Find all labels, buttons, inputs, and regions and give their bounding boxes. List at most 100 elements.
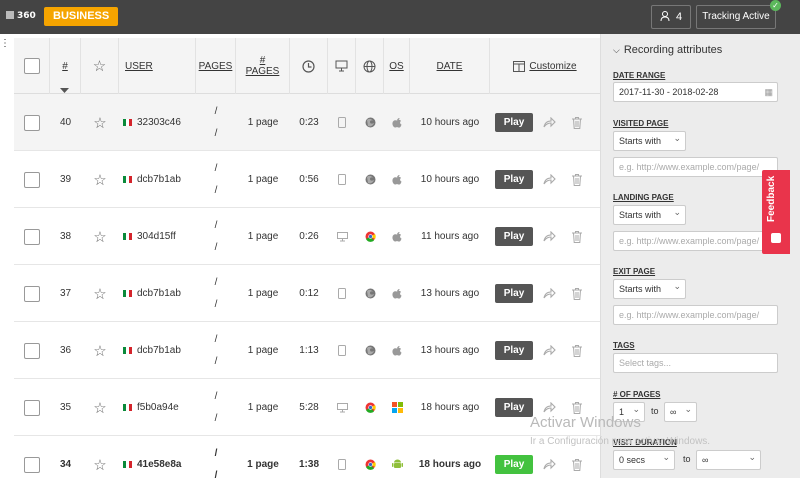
tags-input[interactable]: Select tags... [613,353,778,373]
select-all-checkbox[interactable] [23,58,40,74]
star-icon[interactable]: ☆ [81,322,119,379]
visited-page-label: VISITED PAGE [613,119,669,128]
chrome-icon [356,208,384,265]
share-icon[interactable] [538,151,560,208]
table-row[interactable]: 35 ☆ f5b0a94e // 1 page 5:28 18 hours ago Play [14,379,600,436]
play-button[interactable]: Play [495,341,533,360]
select-all-cell [14,38,50,94]
user-cell[interactable]: dcb7b1ab [119,151,196,208]
share-icon[interactable] [538,322,560,379]
col-user[interactable]: USER [119,38,196,94]
star-icon[interactable]: ☆ [81,379,119,436]
table-row[interactable]: 36 ☆ dcb7b1ab // 1 page 1:13 13 hours ago Play [14,322,600,379]
mexico-flag-icon [123,119,132,126]
recording-attributes-toggle[interactable]: ⌵ Recording attributes [613,44,722,56]
feedback-tab[interactable]: Feedback [762,170,790,254]
play-button[interactable]: Play [495,284,533,303]
table-row[interactable]: 37 ☆ dcb7b1ab // 1 page 0:12 13 hours ago Play [14,265,600,322]
col-device[interactable] [328,38,356,94]
row-checkbox[interactable] [24,114,40,131]
star-icon[interactable]: ☆ [81,208,119,265]
star-icon[interactable]: ☆ [81,436,119,478]
row-checkbox[interactable] [24,456,40,473]
landing-page-operator[interactable]: Starts with [613,203,686,225]
num-pages-to[interactable]: ∞ [664,400,697,422]
tracking-active-button[interactable]: Tracking Active [696,5,776,29]
star-icon[interactable]: ☆ [81,94,119,151]
user-cell[interactable]: dcb7b1ab [119,322,196,379]
table-row[interactable]: 38 ☆ 304d15ff // 1 page 0:26 11 hours ago Play [14,208,600,265]
share-icon[interactable] [538,208,560,265]
customize-columns[interactable]: Customize [490,38,600,94]
col-os[interactable]: OS [384,38,410,94]
user-cell[interactable]: 304d15ff [119,208,196,265]
row-select-cell [14,265,50,322]
row-checkbox[interactable] [24,399,40,416]
num-pages-label: # OF PAGES [613,390,661,399]
firefox-icon [356,94,384,151]
num-pages-cell: 1 page [247,231,279,242]
pages-cell: / / [214,276,218,311]
play-button[interactable]: Play [495,455,533,474]
col-date[interactable]: DATE [410,38,490,94]
play-cell: Play [490,151,538,208]
table-row[interactable]: 40 ☆ 32303c46 // 1 page 0:23 10 hours ago Play [14,94,600,151]
chrome-icon [356,436,384,478]
col-num-pages[interactable]: # PAGES [236,38,290,94]
col-browser[interactable] [356,38,384,94]
table-row[interactable]: 34 ☆ 41e58e8a // 1 page 1:38 18 hours ago Play [14,436,600,478]
exit-page-input[interactable]: e.g. http://www.example.com/page/ [613,305,778,325]
trash-icon[interactable] [566,151,588,208]
row-checkbox[interactable] [24,171,40,188]
user-cell[interactable]: 32303c46 [119,94,196,151]
row-checkbox[interactable] [24,285,40,302]
exit-page-operator[interactable]: Starts with [613,277,686,299]
star-icon[interactable]: ☆ [81,151,119,208]
landing-page-input[interactable]: e.g. http://www.example.com/page/ [613,231,778,251]
share-icon[interactable] [538,265,560,322]
apple-icon [384,322,410,379]
col-pages[interactable]: PAGES [196,38,236,94]
mexico-flag-icon [123,461,132,468]
share-icon[interactable] [538,94,560,151]
visit-duration-to[interactable]: ∞ [696,448,761,470]
visit-duration-from[interactable]: 0 secs [613,448,675,470]
play-button[interactable]: Play [495,170,533,189]
play-button[interactable]: Play [495,227,533,246]
col-duration[interactable] [290,38,328,94]
trash-icon[interactable] [566,265,588,322]
trash-icon[interactable] [566,208,588,265]
date-cell: 18 hours ago [420,402,480,413]
user-cell[interactable]: dcb7b1ab [119,265,196,322]
date-cell: 13 hours ago [420,288,480,299]
trash-icon[interactable] [566,94,588,151]
col-star[interactable]: ☆ [81,38,119,94]
date-range-input[interactable]: 2017-11-30 - 2018-02-28 ▦ [613,82,778,102]
num-pages-cell: 1 page [247,402,279,413]
visited-page-input[interactable]: e.g. http://www.example.com/page/ [613,157,778,177]
duration-cell: 0:26 [299,231,319,242]
play-button[interactable]: Play [495,398,533,417]
duration-cell: 0:12 [299,288,319,299]
mexico-flag-icon [123,404,132,411]
visited-page-operator[interactable]: Starts with [613,129,686,151]
play-button[interactable]: Play [495,113,533,132]
user-cell[interactable]: 41e58e8a [119,436,196,478]
top-bar: 360 BUSINESS 4 Tracking Active ✓ [0,0,800,34]
windows-activation-watermark: Activar Windows [530,414,641,431]
row-checkbox[interactable] [24,342,40,359]
users-button[interactable]: 4 [651,5,691,29]
star-icon[interactable]: ☆ [81,265,119,322]
duration-cell: 0:56 [299,174,319,185]
collapse-handle[interactable]: ⋮ [0,38,10,50]
col-num[interactable]: # [50,38,81,94]
duration-cell: 1:13 [299,345,319,356]
trash-icon[interactable] [566,322,588,379]
app-logo[interactable]: 360 [6,11,36,21]
row-select-cell [14,322,50,379]
row-checkbox[interactable] [24,228,40,245]
user-cell[interactable]: f5b0a94e [119,379,196,436]
table-row[interactable]: 39 ☆ dcb7b1ab // 1 page 0:56 10 hours ago Play [14,151,600,208]
date-cell: 10 hours ago [420,117,480,128]
row-number: 40 [59,117,72,128]
